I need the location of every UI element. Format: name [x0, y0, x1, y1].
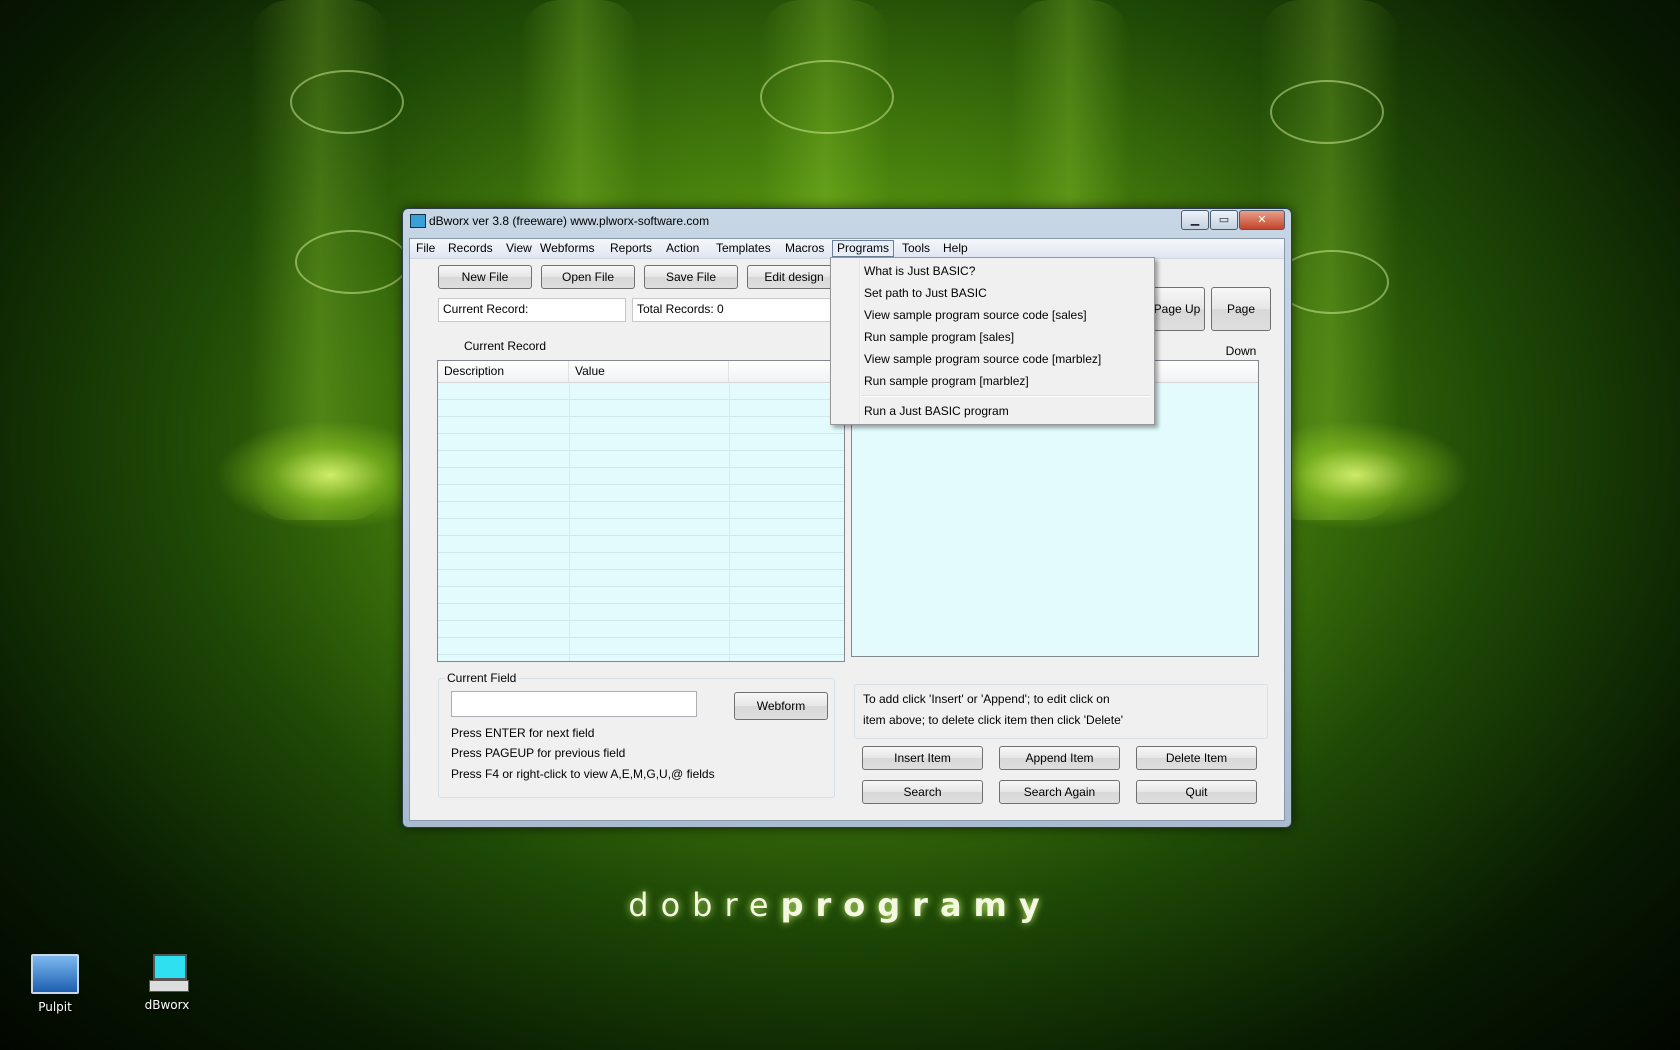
column-value[interactable]: Value	[569, 361, 729, 382]
current-field-input[interactable]	[451, 691, 697, 717]
menu-records[interactable]: Records	[444, 241, 497, 256]
desktop-icon-label: dBworx	[144, 998, 190, 1012]
brand-bold-text: programy	[780, 886, 1052, 924]
instructions-group: To add click 'Insert' or 'Append'; to ed…	[854, 684, 1268, 739]
app-icon	[410, 214, 426, 228]
brand-wordmark: dobreprogramy	[0, 886, 1680, 924]
window-title: dBworx ver 3.8 (freeware) www.plworx-sof…	[429, 214, 710, 228]
menu-item-run-marblez[interactable]: Run sample program [marblez]	[864, 374, 1029, 388]
search-button[interactable]: Search	[862, 780, 983, 804]
page-up-button[interactable]: Page Up	[1149, 287, 1205, 331]
menu-bar: File Records View Webforms Reports Actio…	[410, 239, 1284, 259]
maximize-button[interactable]: ▭	[1210, 210, 1238, 230]
desktop-icon-dbworx[interactable]: dBworx	[122, 952, 212, 1012]
list-divider	[729, 383, 730, 661]
background-spiral	[760, 60, 894, 134]
menu-item-view-source-sales[interactable]: View sample program source code [sales]	[864, 308, 1087, 322]
menu-help[interactable]: Help	[939, 241, 972, 256]
background-spiral	[290, 70, 404, 134]
menu-templates[interactable]: Templates	[712, 241, 775, 256]
menu-macros[interactable]: Macros	[781, 241, 828, 256]
menu-item-run-just-basic-program[interactable]: Run a Just BASIC program	[864, 404, 1009, 418]
total-records-field: Total Records: 0	[632, 298, 832, 322]
page-down-button[interactable]: Page Down	[1211, 287, 1271, 358]
open-file-button[interactable]: Open File	[541, 265, 635, 289]
background-spiral	[295, 230, 409, 294]
menu-programs[interactable]: Programs	[832, 240, 895, 257]
background-spiral	[1275, 250, 1389, 314]
save-file-button[interactable]: Save File	[644, 265, 738, 289]
menu-item-set-path[interactable]: Set path to Just BASIC	[864, 286, 987, 300]
delete-item-button[interactable]: Delete Item	[1136, 746, 1257, 770]
hint-f4: Press F4 or right-click to view A,E,M,G,…	[451, 767, 715, 781]
minimize-button[interactable]: ▁	[1181, 210, 1209, 230]
list-divider	[569, 383, 570, 661]
current-record-list[interactable]: Description Value	[437, 360, 845, 662]
current-record-field: Current Record:	[438, 298, 626, 322]
brand-light-text: dobre	[628, 886, 781, 924]
desktop-icon-pulpit[interactable]: Pulpit	[10, 954, 100, 1014]
programs-menu-dropdown: What is Just BASIC? Set path to Just BAS…	[830, 257, 1155, 425]
close-button[interactable]: ✕	[1239, 210, 1285, 230]
background-spiral	[1270, 80, 1384, 144]
hint-next-field: Press ENTER for next field	[451, 726, 595, 740]
edit-design-button[interactable]: Edit design	[747, 265, 841, 289]
desktop-icon-label: Pulpit	[38, 1000, 72, 1014]
menu-view[interactable]: View	[502, 241, 536, 256]
monitor-icon	[31, 954, 79, 994]
instructions-line-2: item above; to delete click item then cl…	[863, 713, 1124, 727]
new-file-button[interactable]: New File	[438, 265, 532, 289]
computer-icon	[147, 952, 189, 992]
column-description[interactable]: Description	[438, 361, 569, 382]
insert-item-button[interactable]: Insert Item	[862, 746, 983, 770]
menu-reports[interactable]: Reports	[606, 241, 656, 256]
append-item-button[interactable]: Append Item	[999, 746, 1120, 770]
instructions-line-1: To add click 'Insert' or 'Append'; to ed…	[863, 692, 1110, 706]
menu-separator	[861, 395, 1151, 397]
menu-webforms[interactable]: Webforms	[536, 241, 598, 256]
hint-previous-field: Press PAGEUP for previous field	[451, 746, 626, 760]
menu-item-what-is-just-basic[interactable]: What is Just BASIC?	[864, 264, 975, 278]
title-bar[interactable]: dBworx ver 3.8 (freeware) www.plworx-sof…	[403, 209, 1291, 233]
menu-file[interactable]: File	[412, 241, 439, 256]
list-header: Description Value	[438, 361, 844, 383]
current-field-title: Current Field	[445, 671, 519, 685]
current-record-title: Current Record	[464, 339, 547, 353]
quit-button[interactable]: Quit	[1136, 780, 1257, 804]
menu-tools[interactable]: Tools	[898, 241, 934, 256]
current-field-group: Current Field Webform Press ENTER for ne…	[438, 671, 835, 798]
menu-action[interactable]: Action	[662, 241, 703, 256]
menu-item-run-sales[interactable]: Run sample program [sales]	[864, 330, 1014, 344]
webform-button[interactable]: Webform	[734, 692, 828, 720]
list-rows	[438, 383, 844, 661]
search-again-button[interactable]: Search Again	[999, 780, 1120, 804]
menu-item-view-source-marblez[interactable]: View sample program source code [marblez…	[864, 352, 1101, 366]
column-extra[interactable]	[729, 361, 844, 382]
